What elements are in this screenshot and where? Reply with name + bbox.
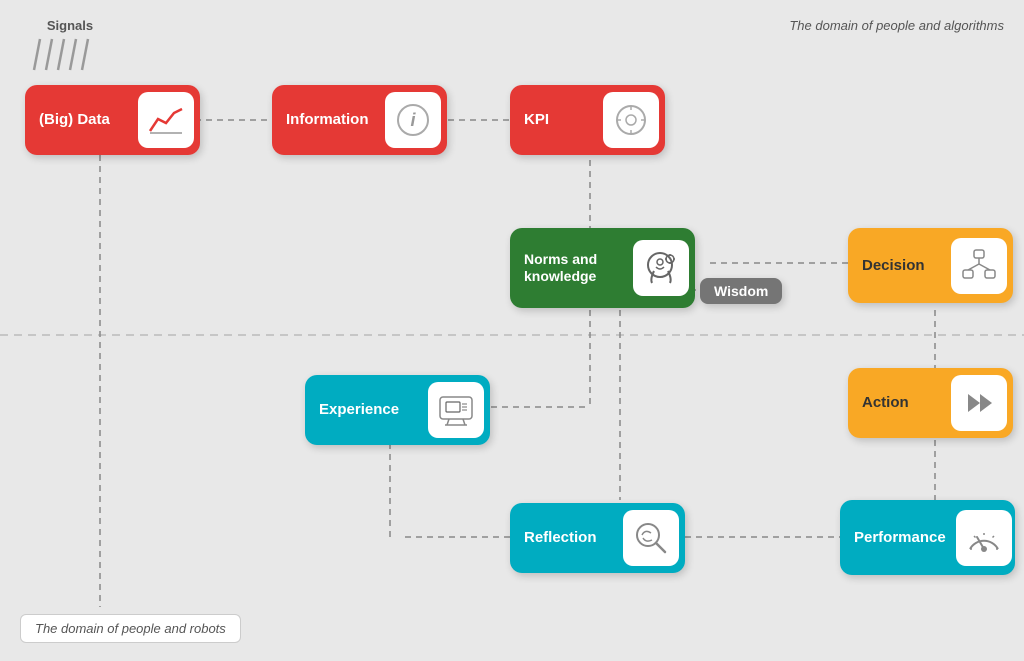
experience-label: Experience [305, 393, 428, 427]
diagram-container: The domain of people and algorithms The … [0, 0, 1024, 661]
big-data-icon [138, 92, 194, 148]
signals-area: Signals [30, 18, 110, 77]
action-label: Action [848, 386, 951, 420]
decision-card: Decision [848, 228, 1013, 303]
performance-label: Performance [840, 521, 956, 555]
big-data-label: (Big) Data [25, 103, 138, 137]
reflection-card: Reflection [510, 503, 685, 573]
kpi-card: KPI [510, 85, 665, 155]
action-card: Action [848, 368, 1013, 438]
decision-label: Decision [848, 249, 951, 283]
information-icon: i [385, 92, 441, 148]
decision-icon [951, 238, 1007, 294]
reflection-label: Reflection [510, 521, 623, 555]
information-card: Information i [272, 85, 447, 155]
svg-text:i: i [410, 110, 416, 130]
domain-top-label: The domain of people and algorithms [789, 18, 1004, 33]
norms-knowledge-label: Norms and knowledge [510, 243, 633, 293]
kpi-label: KPI [510, 103, 603, 137]
big-data-card: (Big) Data [25, 85, 200, 155]
performance-card: Performance [840, 500, 1015, 575]
action-icon [951, 375, 1007, 431]
information-label: Information [272, 103, 385, 137]
signals-label: Signals [30, 18, 110, 33]
wisdom-card: Wisdom [700, 278, 782, 304]
performance-icon [956, 510, 1012, 566]
kpi-icon [603, 92, 659, 148]
norms-knowledge-card: Norms and knowledge [510, 228, 695, 308]
signals-icon [30, 37, 110, 72]
norms-knowledge-icon [633, 240, 689, 296]
experience-card: Experience [305, 375, 490, 445]
wisdom-label: Wisdom [714, 283, 768, 299]
reflection-icon [623, 510, 679, 566]
domain-bottom-label: The domain of people and robots [20, 614, 241, 643]
experience-icon [428, 382, 484, 438]
